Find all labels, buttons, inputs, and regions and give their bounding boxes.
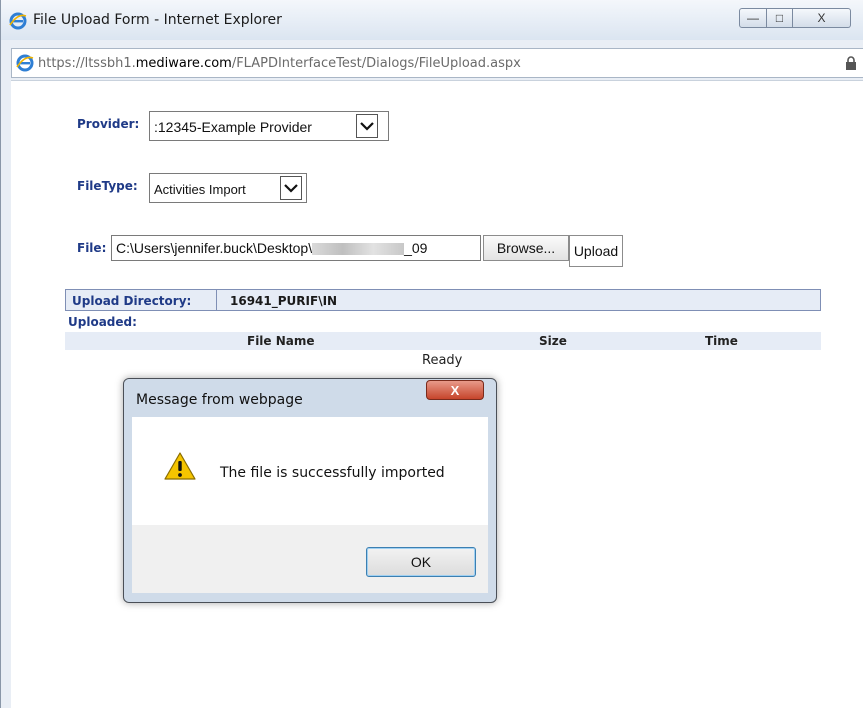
provider-value: :12345-Example Provider	[154, 119, 312, 135]
upload-directory-label: Upload Directory:	[72, 294, 192, 308]
browse-button[interactable]: Browse...	[483, 235, 569, 261]
upload-button[interactable]: Upload	[569, 235, 623, 267]
divider	[216, 290, 217, 310]
dialog-body: The file is successfully imported	[132, 417, 488, 525]
dialog-footer: OK	[132, 525, 488, 593]
file-path-value: C:\Users\jennifer.buck\Desktop\ _09	[116, 240, 427, 256]
close-icon: X	[450, 382, 460, 398]
file-path-input[interactable]: C:\Users\jennifer.buck\Desktop\ _09	[111, 235, 481, 261]
file-path-suffix: _09	[404, 240, 428, 256]
status-text: Ready	[422, 353, 463, 368]
minimize-icon: —	[747, 11, 759, 25]
lock-icon	[846, 56, 856, 70]
provider-label: Provider:	[77, 117, 140, 131]
close-icon: X	[817, 11, 826, 25]
address-bar[interactable]: https://ltssbh1.mediware.com/FLAPDInterf…	[11, 48, 863, 78]
title-bar: File Upload Form - Internet Explorer — □…	[1, 0, 863, 40]
filetype-value: Activities Import	[154, 182, 246, 197]
dialog-title: Message from webpage	[136, 392, 303, 408]
maximize-button[interactable]: □	[767, 8, 793, 28]
url-path: /FLAPDInterfaceTest/Dialogs/FileUpload.a…	[231, 56, 521, 71]
uploaded-table-header: File Name Size Time	[65, 332, 821, 350]
filetype-label: FileType:	[77, 179, 138, 193]
dialog-close-button[interactable]: X	[426, 380, 484, 400]
browser-window: File Upload Form - Internet Explorer — □…	[0, 0, 863, 709]
filetype-dropdown-arrow[interactable]	[280, 176, 302, 200]
uploaded-label: Uploaded:	[68, 315, 137, 329]
dialog-message: The file is successfully imported	[220, 465, 445, 481]
upload-directory-value: 16941_PURIF\IN	[230, 294, 338, 308]
message-dialog: Message from webpage X The file is succe…	[123, 378, 497, 603]
column-time: Time	[705, 334, 738, 348]
column-size: Size	[539, 334, 567, 348]
file-path-prefix: C:\Users\jennifer.buck\Desktop\	[116, 240, 313, 256]
provider-dropdown-arrow[interactable]	[356, 114, 378, 138]
page-icon	[16, 54, 34, 72]
warning-icon	[164, 452, 196, 480]
upload-directory-bar: Upload Directory: 16941_PURIF\IN	[65, 289, 821, 311]
file-label: File:	[77, 241, 107, 255]
minimize-button[interactable]: —	[739, 8, 767, 28]
url-scheme: https://ltssbh1.	[38, 56, 136, 71]
url-host: mediware.com	[135, 56, 232, 71]
column-file-name: File Name	[247, 334, 315, 348]
redacted-filename	[312, 243, 405, 256]
chevron-down-icon	[360, 122, 374, 131]
close-window-button[interactable]: X	[793, 8, 851, 28]
address-url: https://ltssbh1.mediware.com/FLAPDInterf…	[38, 56, 521, 71]
maximize-icon: □	[775, 11, 784, 25]
provider-select[interactable]: :12345-Example Provider	[149, 111, 389, 141]
filetype-select[interactable]: Activities Import	[149, 173, 307, 203]
internet-explorer-icon	[9, 12, 27, 30]
window-title: File Upload Form - Internet Explorer	[33, 12, 282, 28]
ok-button[interactable]: OK	[366, 547, 476, 577]
chevron-down-icon	[284, 184, 298, 193]
